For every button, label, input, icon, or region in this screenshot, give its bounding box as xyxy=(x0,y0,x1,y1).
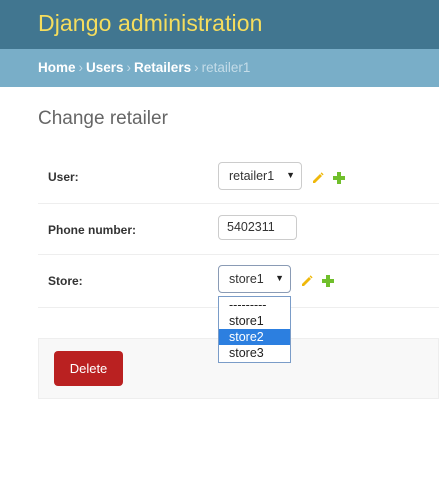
breadcrumb-retailers[interactable]: Retailers xyxy=(134,60,191,75)
pencil-icon[interactable] xyxy=(300,274,314,288)
store-option-empty[interactable]: --------- xyxy=(219,297,290,313)
store-option-store1[interactable]: store1 xyxy=(219,313,290,329)
breadcrumb-separator: › xyxy=(78,60,84,75)
user-label: User: xyxy=(48,170,79,184)
plus-icon[interactable] xyxy=(332,171,346,185)
page-title: Change retailer xyxy=(38,108,168,129)
store-options-list: --------- store1 store2 store3 xyxy=(218,296,291,363)
breadcrumb-separator: › xyxy=(194,60,199,75)
phone-number-label: Phone number: xyxy=(48,223,137,237)
chevron-down-icon: ▼ xyxy=(275,273,284,283)
pencil-icon[interactable] xyxy=(311,171,325,185)
phone-number-value: 5402311 xyxy=(227,220,275,234)
breadcrumb-users[interactable]: Users xyxy=(86,60,124,75)
breadcrumb-current: retailer1 xyxy=(201,60,251,75)
breadcrumb: Home › Users › Retailers › retailer1 xyxy=(0,49,439,87)
store-label: Store: xyxy=(48,274,83,288)
delete-button[interactable]: Delete xyxy=(54,351,123,386)
phone-number-input[interactable]: 5402311 xyxy=(218,215,297,240)
store-select[interactable]: store1 ▼ xyxy=(218,265,291,293)
breadcrumb-home[interactable]: Home xyxy=(38,60,76,75)
user-select-value: retailer1 xyxy=(229,169,275,183)
chevron-down-icon: ▼ xyxy=(286,170,295,180)
user-select[interactable]: retailer1 ▼ xyxy=(218,162,302,190)
breadcrumb-separator: › xyxy=(126,60,132,75)
store-select-value: store1 xyxy=(229,272,264,286)
site-branding[interactable]: Django administration xyxy=(38,10,263,37)
store-option-store2[interactable]: store2 xyxy=(219,329,290,345)
plus-icon[interactable] xyxy=(321,274,335,288)
site-header: Django administration xyxy=(0,0,439,49)
store-option-store3[interactable]: store3 xyxy=(219,345,290,361)
